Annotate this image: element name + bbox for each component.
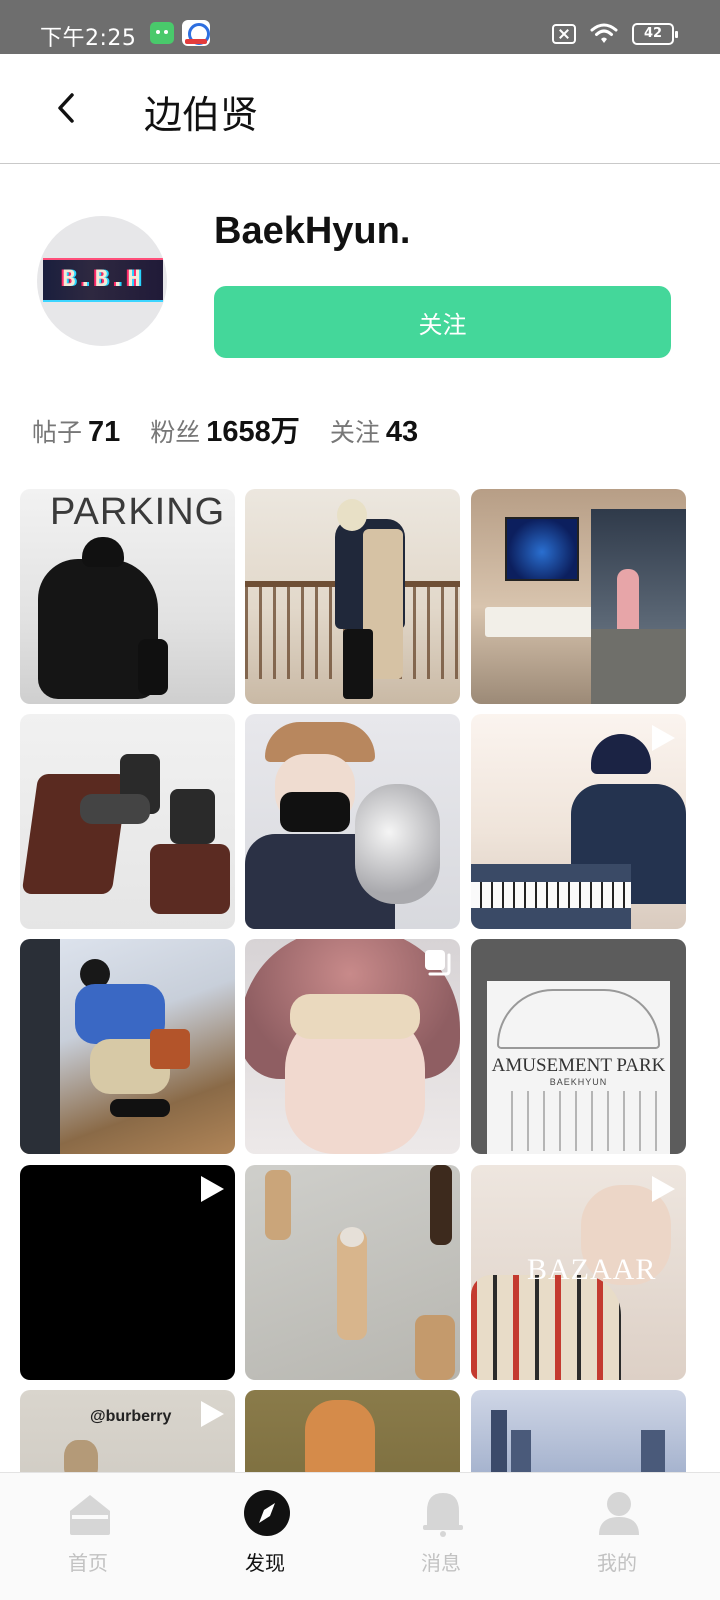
post-photo-building [641, 1430, 665, 1472]
avatar-logo: B.B.H [43, 258, 163, 302]
post-thumbnail[interactable] [20, 939, 235, 1154]
post-thumbnail[interactable] [245, 714, 460, 929]
post-photo-figure [138, 639, 168, 695]
nav-label: 我的 [597, 1551, 637, 1575]
back-chevron-icon[interactable] [50, 90, 86, 126]
post-thumbnail[interactable] [245, 939, 460, 1154]
post-photo-balloon [355, 784, 440, 904]
post-photo-shoes [110, 1099, 170, 1117]
post-photo-building [511, 1430, 531, 1472]
header-bar: 边伯贤 [0, 54, 720, 164]
avatar-logo-text: B.B.H [62, 267, 144, 292]
post-subcaption-text: BAEKHYUN [549, 1077, 608, 1087]
post-photo-figure [415, 1315, 455, 1380]
post-photo-bag [150, 1029, 190, 1069]
post-thumbnail[interactable] [245, 489, 460, 704]
post-thumbnail[interactable] [20, 714, 235, 929]
post-thumbnail[interactable] [471, 1390, 686, 1472]
post-photo-cabinet [485, 607, 605, 637]
stat-value: 43 [385, 416, 419, 448]
post-photo-figure [343, 629, 373, 699]
home-icon [70, 1495, 110, 1535]
post-photo-figure [305, 1400, 375, 1472]
post-photo-rug [591, 629, 686, 704]
bottom-navigation: 首页 发现 消息 我的 [0, 1472, 720, 1600]
nav-label: 消息 [421, 1551, 461, 1575]
video-play-icon [652, 725, 675, 751]
post-caption-text: BAZAAR [527, 1253, 657, 1286]
post-photo-chair [170, 789, 215, 844]
compass-icon [244, 1490, 290, 1536]
post-thumbnail[interactable] [471, 714, 686, 929]
username: BaekHyun. [214, 210, 411, 252]
post-photo-album: AMUSEMENT PARK BAEKHYUN [487, 981, 670, 1154]
nav-label: 首页 [68, 1551, 108, 1575]
wifi-icon [590, 23, 618, 43]
post-photo-tv [505, 517, 579, 581]
post-photo-cap [591, 734, 651, 774]
profile-stats: 帖子 71 粉丝 1658万 关注 43 [32, 408, 448, 452]
post-thumbnail[interactable]: AMUSEMENT PARK BAEKHYUN [471, 939, 686, 1154]
page-title: 边伯贤 [144, 93, 259, 137]
post-thumbnail[interactable]: BAZAAR [471, 1165, 686, 1380]
person-icon [599, 1492, 639, 1535]
post-thumbnail[interactable] [245, 1390, 460, 1472]
stat-value: 1658万 [206, 416, 300, 448]
post-photo-figure [337, 499, 367, 531]
post-grid: PARKING AMUSEMENT PARK BAEKHYUN BAZAAR @… [20, 489, 687, 1472]
avatar[interactable]: B.B.H [37, 216, 167, 346]
post-photo-chair [21, 774, 129, 894]
post-thumbnail[interactable] [20, 1165, 235, 1380]
post-caption-text: @burberry [90, 1408, 172, 1425]
app-notification-icon [182, 20, 210, 46]
video-play-icon [201, 1176, 224, 1202]
stat-value: 71 [88, 416, 121, 448]
post-photo-chair [150, 844, 230, 914]
post-photo-deer [64, 1440, 98, 1472]
status-time: 下午2:25 [40, 26, 137, 51]
stat-label: 粉丝 [150, 418, 201, 447]
stat-posts[interactable]: 帖子 71 [32, 413, 120, 449]
video-play-icon [652, 1176, 675, 1202]
stat-label: 关注 [329, 418, 380, 447]
nav-item-home[interactable]: 首页 [28, 1473, 148, 1600]
post-photo-figure [82, 537, 124, 567]
stat-following[interactable]: 关注 43 [330, 413, 418, 449]
post-thumbnail[interactable]: @burberry [20, 1390, 235, 1472]
post-thumbnail[interactable] [471, 489, 686, 704]
post-photo-figure [80, 794, 150, 824]
post-photo-keys [471, 882, 631, 908]
video-play-icon [201, 1401, 224, 1427]
post-thumbnail[interactable]: PARKING [20, 489, 235, 704]
follow-button[interactable]: 关注 [214, 286, 671, 358]
post-photo-figure [340, 1227, 364, 1247]
post-thumbnail[interactable] [245, 1165, 460, 1380]
nav-item-profile[interactable]: 我的 [557, 1473, 677, 1600]
post-photo-hair [290, 994, 420, 1039]
multi-image-icon [425, 950, 451, 976]
no-sim-icon [552, 24, 576, 44]
battery-icon: 42 [632, 23, 678, 45]
post-caption-text: PARKING [50, 491, 226, 533]
android-notification-icon [150, 22, 174, 44]
bell-icon [423, 1493, 463, 1537]
nav-item-discover[interactable]: 发现 [205, 1473, 325, 1600]
post-photo-wall [20, 939, 60, 1154]
post-photo-building [491, 1410, 507, 1472]
post-photo-figure [265, 1170, 291, 1240]
post-photo-carousel [497, 1091, 660, 1151]
post-photo-figure [430, 1165, 452, 1245]
stat-followers[interactable]: 粉丝 1658万 [150, 408, 300, 450]
post-photo-coat [471, 1275, 621, 1380]
nav-label: 发现 [245, 1551, 285, 1575]
status-icons: 42 [552, 22, 678, 46]
post-photo-mask [280, 792, 350, 832]
nav-item-messages[interactable]: 消息 [381, 1473, 501, 1600]
post-caption-text: AMUSEMENT PARK [491, 1055, 666, 1076]
post-photo-carousel [497, 989, 660, 1049]
status-bar: 下午2:25 42 [0, 0, 720, 54]
stat-label: 帖子 [32, 418, 83, 447]
